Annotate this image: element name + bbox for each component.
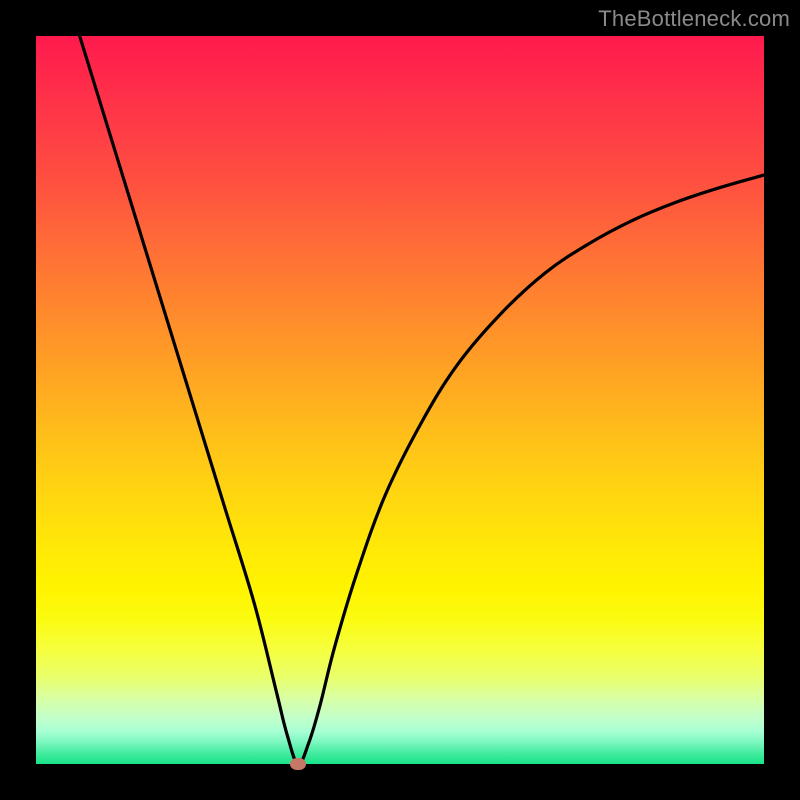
minimum-marker <box>290 758 306 770</box>
watermark-text: TheBottleneck.com <box>598 6 790 32</box>
plot-area <box>36 36 764 764</box>
chart-frame: TheBottleneck.com <box>0 0 800 800</box>
bottleneck-curve <box>36 36 764 764</box>
